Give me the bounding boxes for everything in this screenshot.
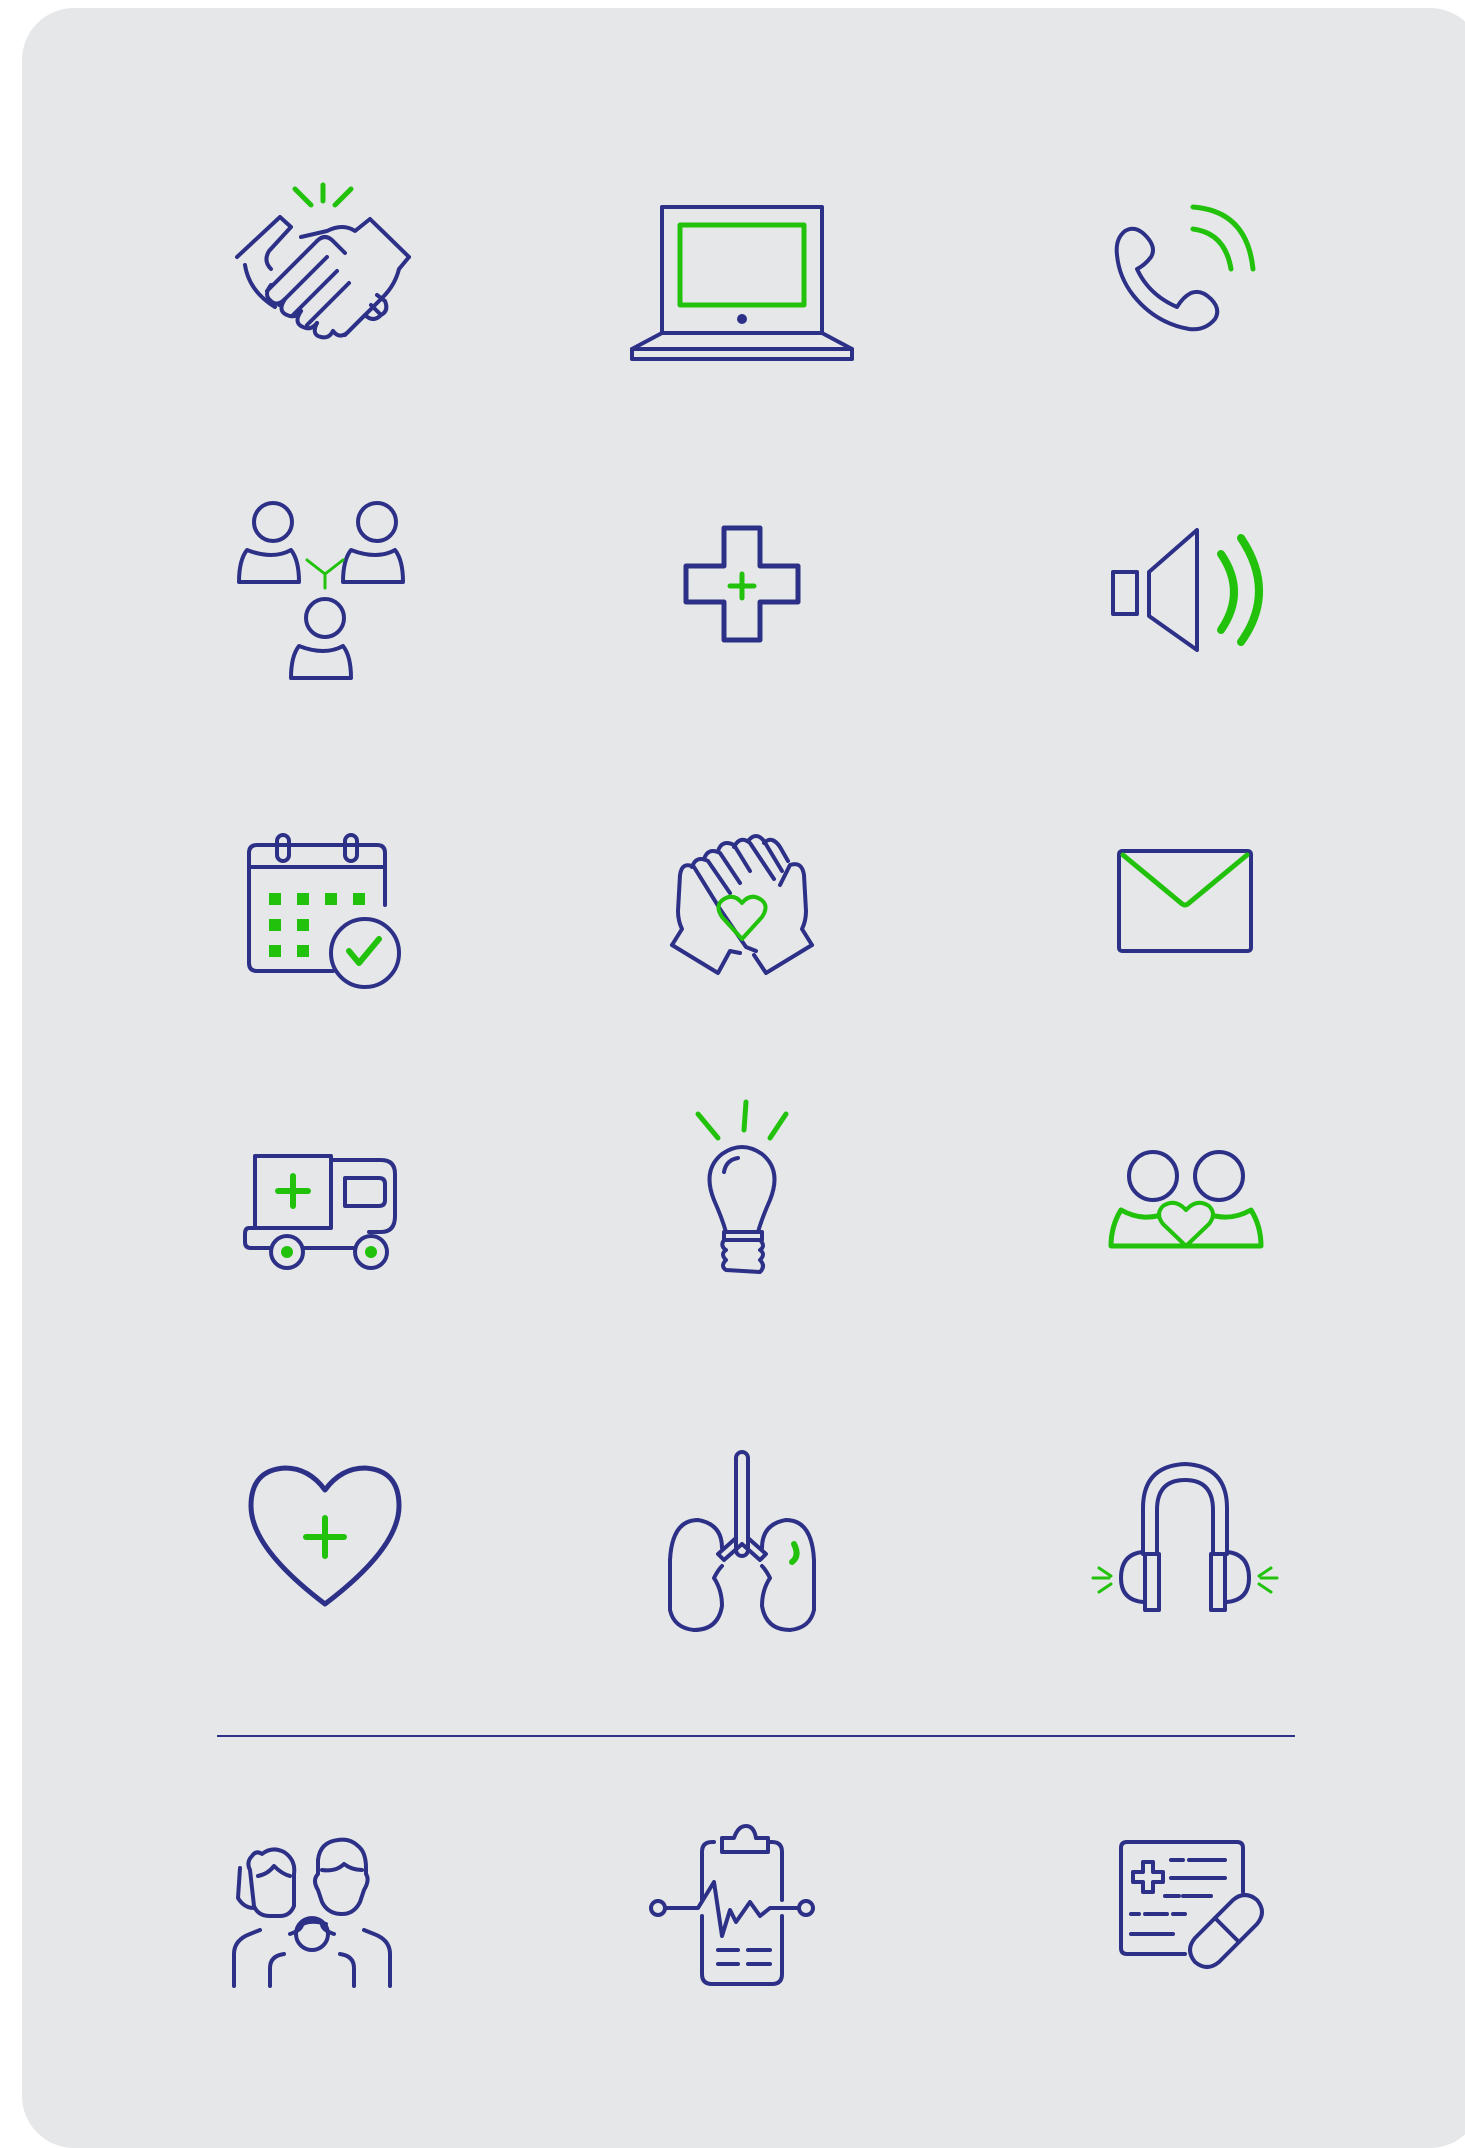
team-network-icon bbox=[205, 470, 445, 710]
clipboard-pulse-icon bbox=[622, 1790, 862, 2030]
caring-hands-heart-icon bbox=[622, 775, 862, 1015]
headphones-icon bbox=[1065, 1420, 1305, 1660]
lungs-icon bbox=[622, 1420, 862, 1660]
phone-call-icon bbox=[1065, 165, 1305, 405]
medical-cross-icon bbox=[622, 470, 862, 710]
envelope-icon bbox=[1065, 775, 1305, 1015]
prescription-pill-icon bbox=[1065, 1790, 1305, 2030]
lightbulb-idea-icon bbox=[622, 1070, 862, 1310]
couple-love-icon bbox=[1065, 1070, 1305, 1310]
speaker-volume-icon bbox=[1065, 470, 1305, 710]
heart-plus-icon bbox=[205, 1420, 445, 1660]
section-divider bbox=[217, 1735, 1295, 1737]
handshake-icon bbox=[205, 165, 445, 405]
calendar-check-icon bbox=[205, 775, 445, 1015]
ambulance-icon bbox=[205, 1070, 445, 1310]
laptop-icon bbox=[622, 165, 862, 405]
family-icon bbox=[190, 1790, 430, 2030]
